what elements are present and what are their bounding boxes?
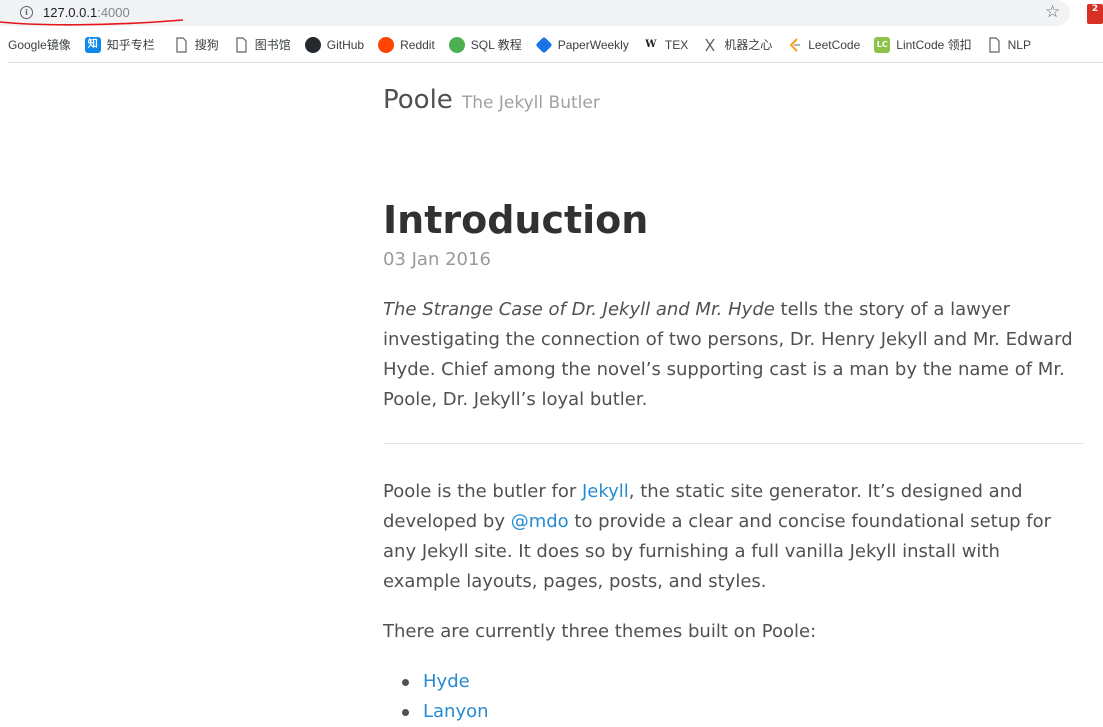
sql-icon bbox=[448, 37, 465, 53]
page-icon bbox=[173, 37, 189, 53]
chrome-divider bbox=[8, 62, 1103, 63]
page-icon bbox=[233, 37, 249, 53]
page-icon bbox=[986, 37, 1002, 53]
bookmark-item[interactable]: LeetCode bbox=[786, 34, 860, 56]
bookmark-star-icon[interactable]: ☆ bbox=[1045, 3, 1060, 21]
bookmark-item[interactable]: 机器之心 bbox=[702, 34, 772, 56]
list-item: Hyde bbox=[383, 667, 489, 697]
bookmark-label: Google镜像 bbox=[8, 38, 71, 52]
hyde-link[interactable]: Hyde bbox=[423, 671, 470, 692]
bookmark-label: LintCode 领扣 bbox=[896, 38, 972, 52]
bookmark-item[interactable]: 搜狗 bbox=[173, 34, 219, 56]
zhihu-icon: 知 bbox=[84, 37, 101, 53]
bookmark-label: PaperWeekly bbox=[557, 38, 629, 52]
site-tagline: The Jekyll Butler bbox=[461, 93, 600, 113]
text-segment: Poole is the butler for bbox=[383, 481, 582, 502]
bookmark-label: 知乎专栏 bbox=[106, 38, 155, 52]
leetcode-icon bbox=[786, 37, 802, 53]
intro-paragraph: The Strange Case of Dr. Jekyll and Mr. H… bbox=[383, 295, 1083, 415]
lanyon-link[interactable]: Lanyon bbox=[423, 701, 489, 722]
bookmark-item[interactable]: PaperWeekly bbox=[535, 34, 629, 56]
bookmark-item[interactable]: 知 知乎专栏 bbox=[84, 34, 155, 56]
description-paragraph: Poole is the butler for Jekyll, the stat… bbox=[383, 477, 1083, 597]
horizontal-rule bbox=[383, 443, 1083, 444]
themes-list: Hyde Lanyon bbox=[383, 667, 489, 727]
bookmark-item[interactable]: GitHub bbox=[304, 34, 365, 56]
bookmark-label: 机器之心 bbox=[724, 38, 773, 52]
book-title: The Strange Case of Dr. Jekyll and Mr. H… bbox=[383, 299, 775, 320]
github-icon bbox=[304, 37, 321, 53]
jiqizhixin-icon bbox=[702, 37, 718, 53]
bookmark-item[interactable]: SQL 教程 bbox=[448, 34, 522, 56]
bookmark-item[interactable]: LC LintCode 领扣 bbox=[874, 34, 972, 56]
mdo-link[interactable]: @mdo bbox=[511, 511, 569, 532]
lintcode-icon: LC bbox=[874, 37, 891, 53]
paperweekly-icon bbox=[535, 36, 553, 54]
post-title: Introduction bbox=[383, 198, 649, 242]
red-underline-annotation bbox=[0, 19, 184, 26]
jekyll-link[interactable]: Jekyll bbox=[582, 481, 629, 502]
bookmark-label: 搜狗 bbox=[194, 38, 219, 52]
list-item: Lanyon bbox=[383, 697, 489, 727]
bookmark-item[interactable]: Google镜像 bbox=[8, 34, 71, 56]
post-date: 03 Jan 2016 bbox=[383, 249, 491, 270]
browser-toolbar: i 127.0.0.1:4000 ☆ 2 bbox=[0, 0, 1103, 30]
bookmarks-bar: Google镜像 知 知乎专栏 搜狗 图书馆 GitHub Reddit SQL… bbox=[0, 33, 1103, 57]
bookmark-label: Reddit bbox=[400, 38, 435, 52]
bookmark-label: 图书馆 bbox=[254, 38, 291, 52]
bookmark-item[interactable]: W TEX bbox=[643, 34, 688, 56]
masthead: Poole The Jekyll Butler bbox=[383, 85, 600, 118]
bookmark-label: NLP bbox=[1007, 38, 1031, 52]
themes-intro-paragraph: There are currently three themes built o… bbox=[383, 621, 817, 642]
bookmark-label: TEX bbox=[664, 38, 689, 52]
bookmark-label: GitHub bbox=[326, 38, 365, 52]
bookmark-item[interactable]: 图书馆 bbox=[233, 34, 291, 56]
site-title-link[interactable]: Poole bbox=[383, 85, 453, 115]
bookmark-label: LeetCode bbox=[808, 38, 861, 52]
wikipedia-icon: W bbox=[645, 39, 657, 50]
bookmark-label: SQL 教程 bbox=[470, 38, 522, 52]
extension-icon[interactable]: 2 bbox=[1087, 4, 1103, 24]
reddit-icon bbox=[378, 37, 395, 53]
bookmark-item[interactable]: Reddit bbox=[378, 34, 435, 56]
bookmark-item[interactable]: NLP bbox=[986, 34, 1031, 56]
